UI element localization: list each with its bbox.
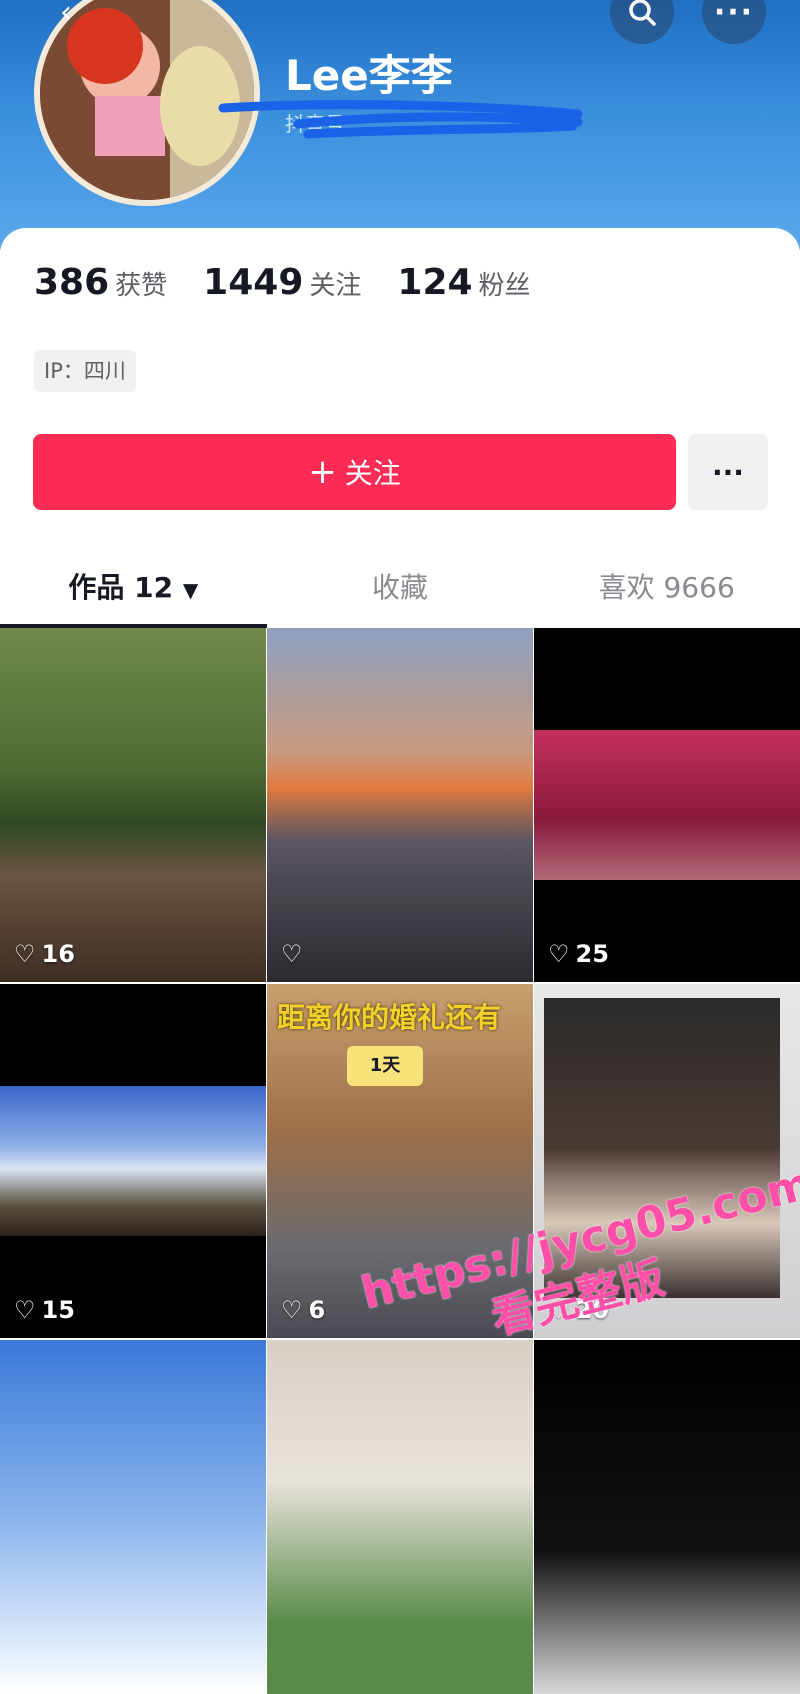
search-icon: [629, 0, 656, 26]
stat-followers[interactable]: 124 粉丝: [397, 262, 530, 303]
video-thumbnail[interactable]: ♡ 25: [534, 628, 800, 982]
stat-likes[interactable]: 386 获赞: [34, 262, 167, 303]
video-thumbnail[interactable]: ♡: [267, 628, 533, 982]
video-thumbnail[interactable]: ♡ 15: [0, 984, 266, 1338]
like-count: ♡ 6: [281, 1296, 326, 1324]
caret-down-icon: ▼: [182, 578, 199, 602]
video-grid: ♡ 16 ♡ ♡ 25 ♡ 15 距离你的婚礼还有 1天 ♡ 6 ♡ 20: [0, 628, 800, 1694]
follow-button[interactable]: + 关注: [33, 434, 676, 510]
more-options-button[interactable]: ···: [702, 0, 766, 44]
like-count: ♡ 15: [14, 1296, 75, 1324]
username: Lee李李: [285, 51, 453, 100]
heart-icon: ♡: [14, 1296, 36, 1324]
like-count: ♡ 25: [548, 940, 609, 968]
like-count: ♡ 16: [14, 940, 75, 968]
follow-label: 关注: [344, 457, 401, 490]
video-thumbnail[interactable]: [267, 1340, 533, 1694]
video-overlay-text: 距离你的婚礼还有: [277, 1001, 502, 1034]
redaction-scribble: [218, 100, 583, 139]
plus-icon: +: [308, 452, 337, 492]
tab-works[interactable]: 作品 12 ▼: [0, 560, 267, 628]
profile-stats: 386 获赞 1449 关注 124 粉丝: [34, 262, 531, 303]
search-button[interactable]: [610, 0, 674, 44]
heart-icon: ♡: [14, 940, 36, 968]
video-thumbnail[interactable]: [534, 1340, 800, 1694]
countdown-badge: 1天: [347, 1046, 423, 1086]
heart-icon: ♡: [281, 1296, 303, 1324]
more-dots-icon: ···: [713, 0, 755, 30]
chevron-left-icon: ‹: [60, 0, 72, 30]
video-thumbnail[interactable]: [0, 1340, 266, 1694]
like-count: ♡: [281, 940, 309, 968]
profile-header: ‹ ··· Lee李李 抖音号: [0, 0, 800, 250]
ip-location-badge: IP：四川: [34, 350, 136, 392]
video-thumbnail[interactable]: ♡ 16: [0, 628, 266, 982]
tab-favorites[interactable]: 收藏: [267, 560, 534, 628]
profile-tabs: 作品 12 ▼ 收藏 喜欢 9666: [0, 560, 800, 628]
heart-icon: ♡: [281, 940, 303, 968]
more-actions-button[interactable]: ···: [688, 434, 768, 510]
tab-liked[interactable]: 喜欢 9666: [533, 560, 800, 628]
stat-following[interactable]: 1449 关注: [203, 262, 361, 303]
heart-icon: ♡: [548, 940, 570, 968]
